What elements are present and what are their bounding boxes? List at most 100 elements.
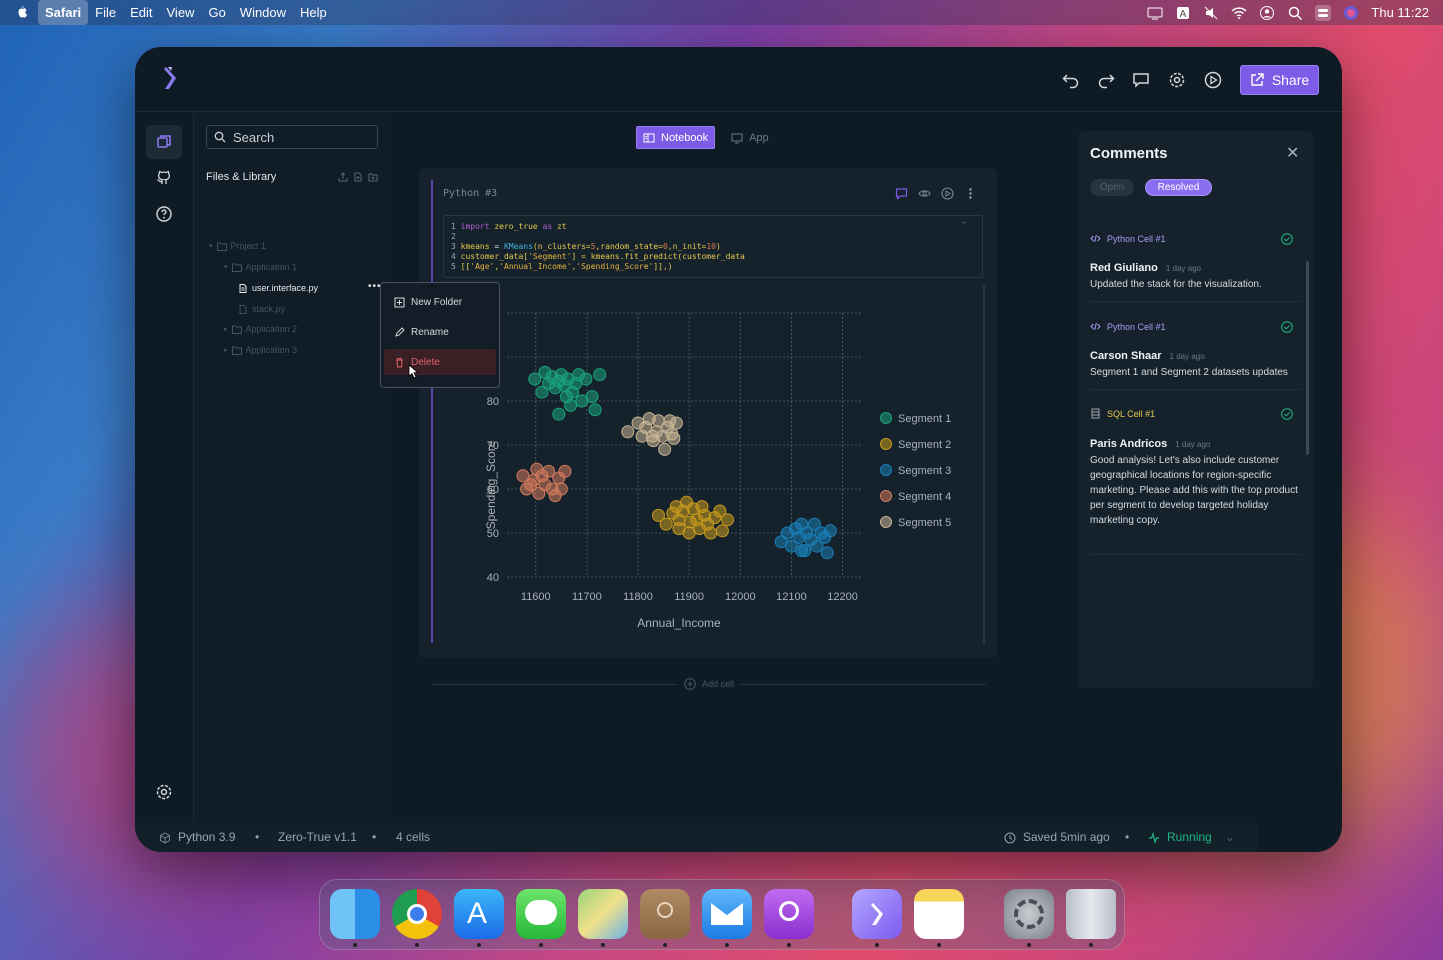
- help-icon: [156, 206, 172, 222]
- code-token: kmeans: [460, 242, 495, 251]
- comment-icon[interactable]: [895, 187, 908, 200]
- system-settings-icon[interactable]: [1004, 889, 1054, 939]
- search-icon[interactable]: [1287, 5, 1303, 21]
- chevron-down-icon: ⌄: [1224, 830, 1235, 844]
- menu-help[interactable]: Help: [293, 0, 334, 25]
- code-editor[interactable]: 1 import zero_true as zt 2 3 kmeans = KMe…: [443, 215, 983, 278]
- folder-icon: [231, 263, 242, 272]
- contacts-icon[interactable]: [640, 889, 690, 939]
- tree-stack-py[interactable]: stack.py: [238, 304, 285, 314]
- menu-file[interactable]: File: [88, 0, 123, 25]
- app-icon: [731, 133, 743, 143]
- menu-view[interactable]: View: [160, 0, 202, 25]
- tab-open[interactable]: Open: [1090, 179, 1134, 196]
- run-icon[interactable]: [1204, 71, 1222, 89]
- apple-icon[interactable]: [14, 5, 30, 21]
- new-folder-icon[interactable]: [368, 172, 378, 182]
- code-line: 3 kmeans = KMeans(n_clusters=5,random_st…: [451, 242, 982, 252]
- github-nav-button[interactable]: [146, 161, 182, 195]
- more-vertical-icon[interactable]: [964, 187, 977, 200]
- comment-tag-label: Python Cell #1: [1107, 321, 1166, 332]
- file-icon: [239, 283, 247, 293]
- y-tick-label: 40: [487, 572, 499, 584]
- files-nav-button[interactable]: [146, 125, 182, 159]
- check-circle-icon[interactable]: [1281, 233, 1293, 245]
- mute-icon[interactable]: [1203, 5, 1219, 21]
- tree-project-1[interactable]: ▾ Project 1: [209, 241, 266, 251]
- code-token: import: [460, 222, 495, 231]
- status-bar: Python 3.9 • Zero-True v1.1 • 4 cells Sa…: [135, 823, 1258, 852]
- search-input[interactable]: Search: [206, 125, 378, 149]
- running-indicator: [415, 943, 419, 947]
- comments-scrollbar[interactable]: [1306, 261, 1309, 455]
- app-store-icon[interactable]: A: [454, 889, 504, 939]
- zero-true-logo-icon[interactable]: [157, 65, 183, 91]
- code-token: 'Spending_Score': [576, 262, 654, 271]
- menu-item-delete[interactable]: Delete: [384, 349, 496, 375]
- tab-app[interactable]: App: [725, 126, 775, 149]
- undo-icon[interactable]: [1062, 71, 1080, 89]
- user-icon[interactable]: [1259, 5, 1275, 21]
- files-icon: [157, 135, 171, 148]
- tree-application-2[interactable]: ▸ Application 2: [224, 324, 297, 334]
- check-circle-icon[interactable]: [1281, 408, 1293, 420]
- new-file-icon[interactable]: [353, 172, 363, 182]
- chrome-icon[interactable]: [392, 889, 442, 939]
- maps-icon[interactable]: [578, 889, 628, 939]
- settings-nav-button[interactable]: [146, 775, 182, 809]
- comment-time: 1 day ago: [1169, 352, 1205, 361]
- mail-icon[interactable]: [702, 889, 752, 939]
- tree-application-3[interactable]: ▸ Application 3: [224, 345, 297, 355]
- redo-icon[interactable]: [1097, 71, 1115, 89]
- finder-icon[interactable]: [330, 889, 380, 939]
- keyboard-input-icon[interactable]: A: [1175, 5, 1191, 21]
- tab-notebook[interactable]: Notebook: [636, 126, 716, 149]
- notebook-cell[interactable]: Python #3 1 import zero_true as zt 2 3 km…: [419, 168, 997, 658]
- comments-icon[interactable]: [1132, 71, 1150, 89]
- trash-icon[interactable]: [1066, 889, 1116, 939]
- menu-safari[interactable]: Safari: [38, 0, 89, 25]
- x-tick-label: 11700: [572, 591, 602, 603]
- tree-label: Application 3: [245, 345, 298, 355]
- menu-item-rename[interactable]: Rename: [384, 319, 496, 345]
- caret-right-icon: ▸: [224, 326, 228, 333]
- share-button[interactable]: Share: [1240, 65, 1319, 95]
- close-icon[interactable]: ✕: [1286, 143, 1299, 163]
- comment-cell-tag[interactable]: Python Cell #1: [1090, 321, 1166, 332]
- tab-resolved[interactable]: Resolved: [1145, 179, 1212, 196]
- status-running[interactable]: Running ⌄: [1148, 823, 1235, 852]
- menu-edit[interactable]: Edit: [123, 0, 159, 25]
- menu-window[interactable]: Window: [233, 0, 293, 25]
- display-icon[interactable]: [1147, 5, 1163, 21]
- eye-icon[interactable]: [918, 187, 931, 200]
- running-indicator: [725, 943, 729, 947]
- legend-swatch: [880, 412, 892, 424]
- caret-down-icon: ▾: [209, 243, 213, 250]
- zero-true-icon[interactable]: [852, 889, 902, 939]
- comment-time: 1 day ago: [1175, 440, 1211, 449]
- menu-go[interactable]: Go: [201, 0, 232, 25]
- help-nav-button[interactable]: [146, 197, 182, 231]
- comment-cell-tag[interactable]: SQL Cell #1: [1090, 408, 1155, 419]
- control-center-icon[interactable]: [1315, 4, 1332, 21]
- code-token: ,n_init=: [667, 242, 707, 251]
- comment-cell-tag[interactable]: Python Cell #1: [1090, 233, 1166, 244]
- messages-icon[interactable]: [516, 889, 566, 939]
- status-cells: 4 cells: [396, 830, 431, 844]
- menu-clock[interactable]: Thu 11:22: [1371, 5, 1429, 20]
- podcasts-icon[interactable]: [764, 889, 814, 939]
- tree-application-1[interactable]: ▾ Application 1: [224, 262, 297, 272]
- share-icon: [1251, 73, 1264, 86]
- wifi-icon[interactable]: [1231, 5, 1247, 21]
- tree-user-interface-py[interactable]: user.interface.py: [238, 283, 318, 293]
- siri-icon[interactable]: [1343, 5, 1359, 21]
- run-cell-icon[interactable]: [941, 187, 954, 200]
- gear-icon[interactable]: [1168, 71, 1186, 89]
- upload-icon[interactable]: [338, 172, 348, 182]
- menu-item-new-folder[interactable]: New Folder: [384, 289, 496, 315]
- add-cell-row[interactable]: Add cell: [432, 678, 986, 690]
- notes-icon[interactable]: [914, 889, 964, 939]
- data-point: [558, 464, 572, 478]
- collapse-icon[interactable]: ⌃: [960, 220, 968, 231]
- check-circle-icon[interactable]: [1281, 321, 1293, 333]
